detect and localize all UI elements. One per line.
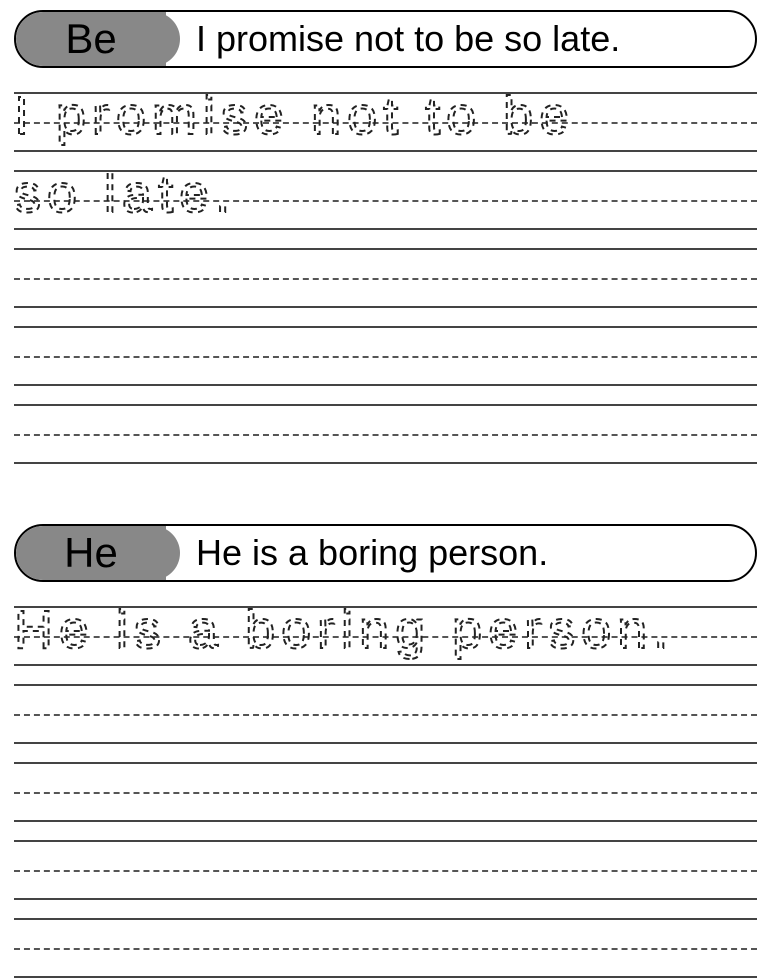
writing-line[interactable]: He is a boring person. xyxy=(14,606,757,666)
trace-line-2: so late. xyxy=(14,164,236,224)
trace-text-svg: so late. xyxy=(14,164,757,224)
trace-text-svg: I promise not to be xyxy=(14,86,757,146)
trace-text-svg: He is a boring person. xyxy=(14,600,757,660)
header-row: He He is a boring person. xyxy=(14,524,757,582)
example-sentence-text: I promise not to be so late. xyxy=(196,18,620,60)
sight-word-pill: Be xyxy=(16,12,166,66)
sight-word-label: He xyxy=(64,529,118,577)
writing-line[interactable] xyxy=(14,326,757,386)
trace-line-1: He is a boring person. xyxy=(14,600,674,660)
worksheet-section: He He is a boring person. He is a boring… xyxy=(14,524,757,978)
writing-block: I promise not to be so late. xyxy=(14,92,757,464)
writing-line[interactable] xyxy=(14,918,757,978)
writing-line[interactable] xyxy=(14,684,757,744)
header-row: Be I promise not to be so late. xyxy=(14,10,757,68)
writing-line[interactable] xyxy=(14,404,757,464)
example-sentence: I promise not to be so late. xyxy=(166,12,755,66)
writing-line[interactable] xyxy=(14,248,757,308)
writing-line[interactable]: I promise not to be xyxy=(14,92,757,152)
example-sentence: He is a boring person. xyxy=(166,526,755,580)
worksheet-section: Be I promise not to be so late. I promis… xyxy=(14,10,757,464)
trace-line-1: I promise not to be xyxy=(14,86,575,146)
writing-line[interactable] xyxy=(14,840,757,900)
example-sentence-text: He is a boring person. xyxy=(196,532,548,574)
writing-block: He is a boring person. xyxy=(14,606,757,978)
sight-word-pill: He xyxy=(16,526,166,580)
sight-word-label: Be xyxy=(65,15,116,63)
writing-line[interactable] xyxy=(14,762,757,822)
writing-line[interactable]: so late. xyxy=(14,170,757,230)
